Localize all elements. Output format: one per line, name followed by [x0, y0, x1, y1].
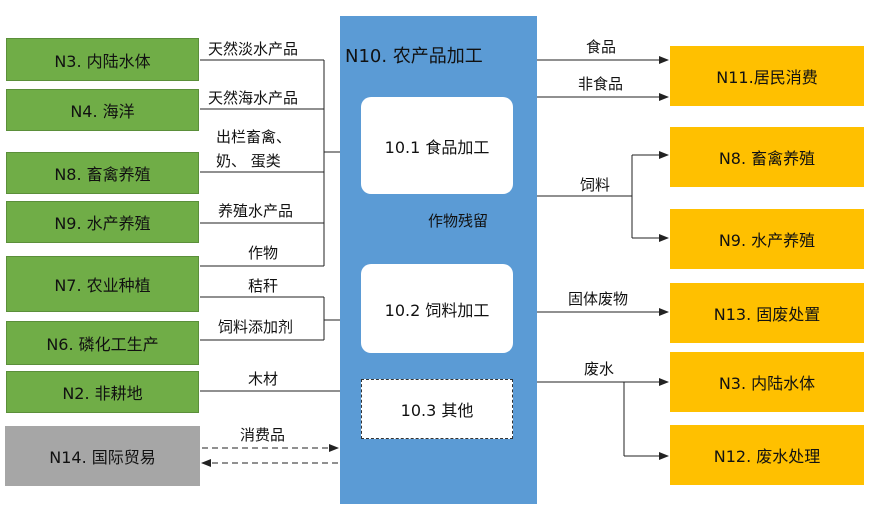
node-label: N11.居民消费: [716, 68, 818, 87]
node-label: N3. 内陆水体: [54, 51, 151, 71]
node-label: N2. 非耕地: [62, 384, 143, 403]
node-n14-international-trade: N14. 国际贸易: [5, 426, 200, 486]
node-n6-phosphorus-chemical: N6. 磷化工生产: [5, 320, 200, 366]
subnode-label: 10.3 其他: [400, 401, 474, 420]
flow-label-livestock-products-1: 出栏畜禽、: [216, 128, 292, 146]
node-n9-aquaculture-right: N9. 水产养殖: [670, 209, 864, 269]
node-label: N9. 水产养殖: [718, 231, 816, 250]
flow-label-consumer-goods: 消费品: [240, 426, 286, 444]
node-label: N14. 国际贸易: [49, 448, 156, 467]
subnode-feed-processing: 10.2 饲料加工: [361, 264, 513, 353]
center-title: N10. 农产品加工: [345, 46, 483, 67]
node-n3-inland-water-right: N3. 内陆水体: [670, 352, 864, 412]
flow-label-natural-seawater: 天然海水产品: [208, 89, 299, 107]
node-n8-livestock-right: N8. 畜禽养殖: [670, 127, 864, 187]
subnode-label: 10.2 饲料加工: [384, 300, 490, 320]
flow-label-timber: 木材: [248, 370, 279, 388]
node-n3-inland-water: N3. 内陆水体: [5, 37, 200, 82]
node-n7-crop-farming: N7. 农业种植: [5, 255, 200, 313]
node-n2-non-farmland: N2. 非耕地: [5, 370, 200, 414]
node-n9-aquaculture: N9. 水产养殖: [5, 200, 200, 244]
flow-label-solid-waste: 固体废物: [568, 290, 629, 308]
node-label: N6. 磷化工生产: [46, 335, 159, 354]
flow-label-straw: 秸秆: [248, 277, 279, 295]
subnode-other: 10.3 其他: [361, 379, 513, 439]
flow-label-livestock-products-2: 奶、 蛋类: [216, 152, 281, 170]
subnode-food-processing: 10.1 食品加工: [361, 97, 513, 194]
flow-label-crop-residue: 作物残留: [428, 212, 489, 230]
node-label: N12. 废水处理: [713, 447, 821, 466]
node-n11-resident-consumption: N11.居民消费: [670, 46, 864, 106]
flow-label-aquaculture-products: 养殖水产品: [218, 202, 294, 220]
node-label: N4. 海洋: [70, 102, 135, 121]
flow-label-wastewater: 废水: [584, 360, 615, 378]
flow-label-natural-freshwater: 天然淡水产品: [208, 40, 299, 58]
flow-label-feed-additives: 饲料添加剂: [218, 318, 294, 336]
node-n12-wastewater-treatment: N12. 废水处理: [670, 425, 864, 485]
node-n13-solid-waste-disposal: N13. 固废处置: [670, 283, 864, 343]
flow-label-food: 食品: [586, 38, 617, 56]
node-n4-ocean: N4. 海洋: [5, 88, 200, 132]
node-label: N8. 畜禽养殖: [718, 149, 816, 168]
subnode-label: 10.1 食品加工: [384, 137, 490, 157]
flow-label-non-food: 非食品: [578, 75, 624, 93]
node-n8-livestock: N8. 畜禽养殖: [5, 151, 200, 195]
flow-label-crops: 作物: [248, 244, 279, 262]
node-label: N13. 固废处置: [713, 305, 821, 324]
flow-label-feed: 饲料: [580, 176, 611, 194]
node-label: N7. 农业种植: [54, 276, 151, 295]
node-label: N3. 内陆水体: [718, 374, 816, 393]
node-label: N9. 水产养殖: [54, 214, 151, 233]
node-label: N8. 畜禽养殖: [54, 165, 151, 184]
